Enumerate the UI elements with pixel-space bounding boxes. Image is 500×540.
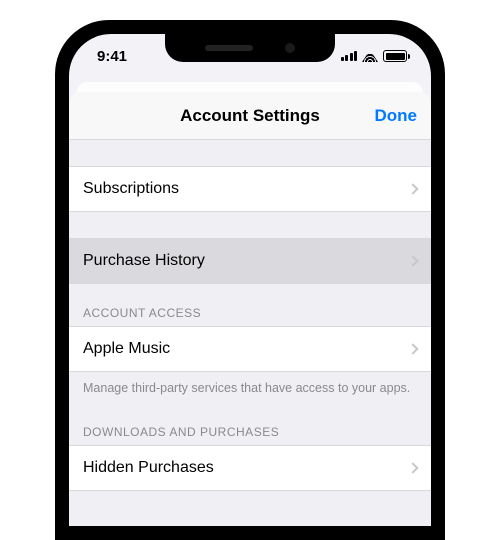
wifi-icon: [362, 50, 378, 62]
apple-music-row[interactable]: Apple Music: [69, 326, 431, 372]
spacer: [69, 140, 431, 166]
account-access-footer: Manage third-party services that have ac…: [69, 372, 431, 403]
subscriptions-row[interactable]: Subscriptions: [69, 166, 431, 212]
screen: 9:41 Account Settings Done Subscrip: [69, 34, 431, 526]
notch: [165, 34, 335, 62]
cellular-signal-icon: [341, 51, 358, 61]
battery-icon: [383, 50, 407, 62]
chevron-right-icon: [407, 255, 418, 266]
done-button[interactable]: Done: [375, 106, 418, 126]
row-label: Purchase History: [83, 252, 205, 270]
row-label: Apple Music: [83, 340, 170, 358]
status-indicators: [341, 50, 408, 62]
account-access-header: ACCOUNT ACCESS: [69, 284, 431, 326]
downloads-header: DOWNLOADS AND PURCHASES: [69, 403, 431, 445]
chevron-right-icon: [407, 183, 418, 194]
spacer: [69, 212, 431, 238]
speaker: [205, 45, 253, 51]
modal-sheet: Account Settings Done Subscriptions Purc…: [69, 92, 431, 526]
row-label: Subscriptions: [83, 180, 179, 198]
row-label: Hidden Purchases: [83, 459, 214, 477]
chevron-right-icon: [407, 343, 418, 354]
device-frame: 9:41 Account Settings Done Subscrip: [55, 20, 445, 540]
status-time: 9:41: [97, 48, 127, 65]
hidden-purchases-row[interactable]: Hidden Purchases: [69, 445, 431, 491]
chevron-right-icon: [407, 462, 418, 473]
front-camera: [285, 43, 295, 53]
navigation-bar: Account Settings Done: [69, 92, 431, 140]
page-title: Account Settings: [180, 106, 320, 126]
purchase-history-row[interactable]: Purchase History: [69, 238, 431, 284]
settings-list: Subscriptions Purchase History ACCOUNT A…: [69, 140, 431, 491]
